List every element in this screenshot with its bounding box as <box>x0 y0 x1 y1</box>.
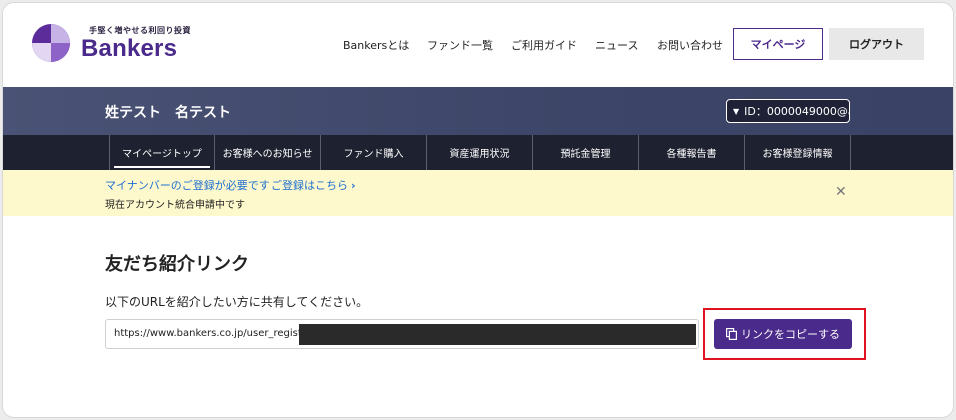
nav-fund-list[interactable]: ファンド一覧 <box>427 37 493 53</box>
logo-wordmark: Bankers <box>81 35 178 62</box>
copy-icon <box>726 328 737 340</box>
page-title: 友だち紹介リンク <box>105 254 249 275</box>
site-header: 手堅く増やせる利回り投資 Bankers Bankersとは ファンド一覧 ご利… <box>3 3 953 87</box>
register-link[interactable]: ご登録はこちら › <box>271 177 356 193</box>
copy-link-label: リンクをコピーする <box>741 328 840 341</box>
logout-button[interactable]: ログアウト <box>829 28 924 60</box>
caret-down-icon: ▼ <box>733 106 740 116</box>
copy-link-button[interactable]: リンクをコピーする <box>714 319 852 349</box>
tab-asset-status[interactable]: 資産運用状況 <box>427 135 533 170</box>
referral-url-field[interactable]: https://www.bankers.co.jp/user_register <box>105 319 699 349</box>
referral-url-text: https://www.bankers.co.jp/user_register <box>114 328 313 339</box>
tab-reports[interactable]: 各種報告書 <box>639 135 745 170</box>
notice-bar: マイナンバーのご登録が必要です ご登録はこちら › 現在アカウント統合申請中です … <box>3 170 953 216</box>
tab-fund-purchase[interactable]: ファンド購入 <box>321 135 427 170</box>
close-icon[interactable]: ✕ <box>835 184 847 200</box>
tab-deposit[interactable]: 預託金管理 <box>533 135 639 170</box>
account-id-value: ID：0000049000@a <box>744 105 850 118</box>
register-link-label: ご登録はこちら <box>271 179 348 192</box>
user-banner: 姓テスト 名テスト ▼ ID：0000049000@a <box>3 87 953 135</box>
page-frame: 手堅く増やせる利回り投資 Bankers Bankersとは ファンド一覧 ご利… <box>2 2 954 418</box>
tab-mypage-top[interactable]: マイページトップ <box>109 135 215 170</box>
tab-registration-info[interactable]: お客様登録情報 <box>745 135 851 170</box>
redacted-url-part <box>299 324 696 345</box>
mypage-button[interactable]: マイページ <box>733 28 823 60</box>
user-name: 姓テスト 名テスト <box>105 105 231 121</box>
nav-about[interactable]: Bankersとは <box>343 37 409 53</box>
mynumber-link[interactable]: マイナンバーのご登録が必要です <box>105 177 270 193</box>
referral-description: 以下のURLを紹介したい方に共有してください。 <box>105 295 369 309</box>
bankers-logo[interactable]: 手堅く増やせる利回り投資 Bankers <box>31 19 201 67</box>
tab-notices[interactable]: お客様へのお知らせ <box>215 135 321 170</box>
nav-news[interactable]: ニュース <box>595 37 638 53</box>
logo-mark-icon <box>32 24 70 62</box>
mypage-tabs: マイページトップ お客様へのお知らせ ファンド購入 資産運用状況 預託金管理 各… <box>3 135 953 170</box>
account-merge-status: 現在アカウント統合申請中です <box>105 200 245 211</box>
nav-contact[interactable]: お問い合わせ <box>657 37 723 53</box>
account-id-select[interactable]: ▼ ID：0000049000@a <box>726 99 850 123</box>
chevron-right-icon: › <box>351 179 356 192</box>
nav-guide[interactable]: ご利用ガイド <box>511 37 577 53</box>
